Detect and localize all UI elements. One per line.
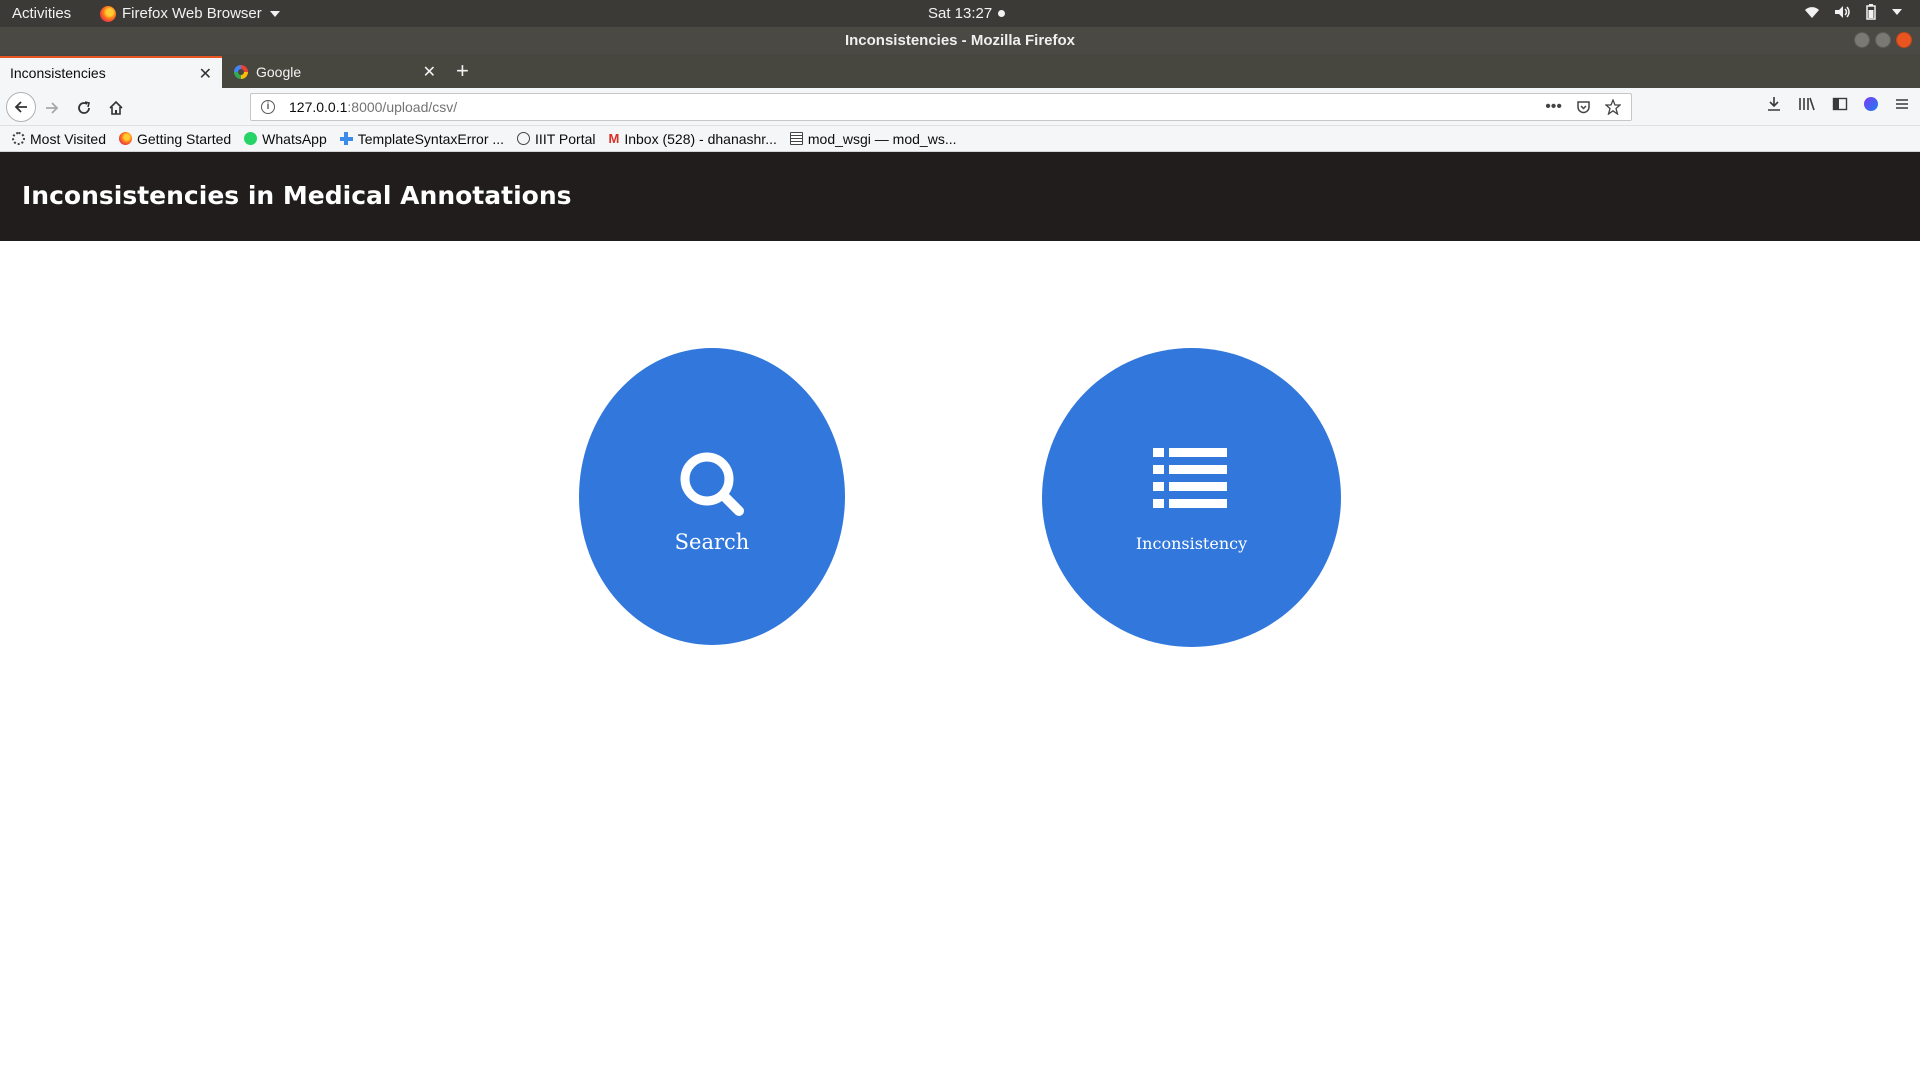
url-actions: ••• xyxy=(1545,98,1621,116)
close-tab-icon[interactable]: ✕ xyxy=(423,62,436,82)
back-button[interactable] xyxy=(6,92,36,122)
tab-label: Inconsistencies xyxy=(10,65,106,81)
app-menu[interactable]: Firefox Web Browser xyxy=(100,5,280,22)
toolbar-right xyxy=(1766,96,1910,112)
home-button[interactable] xyxy=(102,94,130,122)
minimize-button[interactable] xyxy=(1854,32,1870,48)
firefox-icon xyxy=(100,5,116,22)
bookmark-inbox[interactable]: M Inbox (528) - dhanashr... xyxy=(608,131,776,147)
page-title: Inconsistencies in Medical Annotations xyxy=(22,181,572,210)
bookmark-iiit-portal[interactable]: IIIT Portal xyxy=(517,131,595,147)
system-top-bar: Activities Firefox Web Browser Sat 13:27 xyxy=(0,0,1920,27)
window-title: Inconsistencies - Mozilla Firefox xyxy=(844,32,1076,49)
wifi-icon xyxy=(1805,7,1819,18)
pocket-icon[interactable] xyxy=(1576,100,1591,115)
system-menu-chevron-icon xyxy=(1892,9,1902,15)
google-icon xyxy=(234,65,248,79)
app-menu-label: Firefox Web Browser xyxy=(122,5,262,22)
reload-button[interactable] xyxy=(70,94,98,122)
battery-icon xyxy=(1866,4,1876,20)
chevron-down-icon xyxy=(269,10,280,17)
bookmark-getting-started[interactable]: Getting Started xyxy=(119,131,231,147)
bookmark-templatesyntaxerror[interactable]: TemplateSyntaxError ... xyxy=(339,131,504,147)
firefox-icon xyxy=(119,132,132,145)
reload-icon xyxy=(78,101,90,114)
page-header: Inconsistencies in Medical Annotations xyxy=(0,152,1920,241)
clock-label: Sat 13:27 xyxy=(928,5,993,22)
page-actions-icon[interactable]: ••• xyxy=(1545,98,1562,116)
tab-label: Google xyxy=(256,64,302,80)
tab-inconsistencies[interactable]: Inconsistencies ✕ xyxy=(0,56,222,88)
downloads-icon[interactable] xyxy=(1766,96,1782,112)
home-icon xyxy=(109,100,123,115)
close-window-button[interactable] xyxy=(1896,32,1912,48)
close-tab-icon[interactable]: ✕ xyxy=(199,64,212,84)
bookmarks-bar: Most Visited Getting Started WhatsApp Te… xyxy=(0,126,1920,152)
library-icon[interactable] xyxy=(1798,96,1816,112)
arrow-right-icon xyxy=(46,102,59,114)
inconsistency-button-label: Inconsistency xyxy=(1135,534,1248,553)
info-icon[interactable]: i xyxy=(261,100,275,114)
bookmark-most-visited[interactable]: Most Visited xyxy=(12,131,106,147)
inconsistency-button[interactable]: Inconsistency xyxy=(1042,348,1341,647)
system-tray[interactable] xyxy=(1804,4,1902,20)
tab-strip: Inconsistencies ✕ Google ✕ + xyxy=(0,54,1920,88)
activities-button[interactable]: Activities xyxy=(12,5,71,22)
sidebar-icon[interactable] xyxy=(1832,96,1848,112)
account-sync-icon[interactable] xyxy=(1864,97,1878,111)
new-tab-button[interactable]: + xyxy=(456,58,469,84)
window-title-bar: Inconsistencies - Mozilla Firefox xyxy=(0,27,1920,54)
arrow-left-icon xyxy=(14,101,27,113)
navigation-bar: i 127.0.0.1:8000/upload/csv/ ••• xyxy=(0,88,1920,126)
globe-icon xyxy=(517,132,531,145)
search-icon xyxy=(680,452,744,516)
tab-google[interactable]: Google ✕ xyxy=(224,56,446,88)
window-controls xyxy=(1854,32,1912,48)
volume-icon xyxy=(1835,6,1850,18)
bookmark-whatsapp[interactable]: WhatsApp xyxy=(244,131,327,147)
search-button[interactable]: Search xyxy=(579,348,845,645)
plus-icon xyxy=(339,132,353,145)
maximize-button[interactable] xyxy=(1875,32,1891,48)
gear-icon xyxy=(12,132,25,145)
url-text[interactable]: 127.0.0.1:8000/upload/csv/ xyxy=(289,99,457,115)
list-icon xyxy=(1153,448,1227,508)
forward-button[interactable] xyxy=(38,94,66,122)
gmail-icon: M xyxy=(608,131,620,146)
notification-dot-icon xyxy=(998,10,1006,17)
book-icon xyxy=(789,132,803,145)
search-button-label: Search xyxy=(674,530,750,554)
url-bar[interactable]: i 127.0.0.1:8000/upload/csv/ ••• xyxy=(250,93,1632,121)
hamburger-menu-icon[interactable] xyxy=(1894,96,1910,112)
clock[interactable]: Sat 13:27 xyxy=(928,5,1006,22)
whatsapp-icon xyxy=(244,132,258,145)
bookmark-star-icon[interactable] xyxy=(1605,99,1621,115)
bookmark-mod-wsgi[interactable]: mod_wsgi — mod_ws... xyxy=(789,131,956,147)
